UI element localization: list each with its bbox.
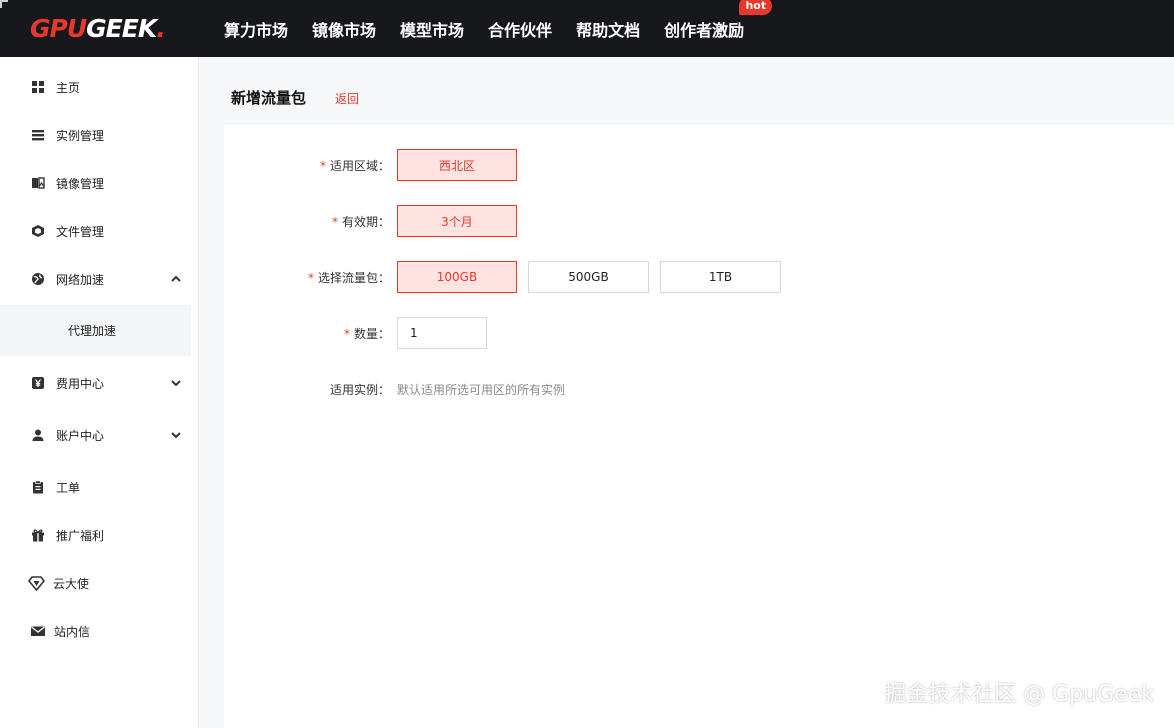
hot-badge: hot — [739, 0, 773, 15]
nav-help-docs[interactable]: 帮助文档 — [576, 17, 640, 41]
required-mark: * — [343, 327, 350, 341]
sidebar-item-label: 主页 — [56, 80, 81, 95]
sidebar-item-label: 账户中心 — [56, 428, 105, 443]
required-mark: * — [331, 215, 338, 229]
nav-creator-incentive[interactable]: 创作者激励 hot — [664, 0, 773, 41]
region-option-northwest[interactable]: 西北区 — [397, 149, 517, 181]
sidebar-item-label: 云大使 — [53, 576, 90, 591]
sidebar-item-label: 实例管理 — [56, 128, 105, 143]
yen-icon — [32, 377, 44, 389]
validity-option-3-months[interactable]: 3个月 — [397, 205, 517, 237]
globe-icon — [32, 273, 44, 285]
logo-dot: . — [156, 13, 165, 43]
nav-partners[interactable]: 合作伙伴 — [488, 17, 552, 41]
region-label-text: 适用区域： — [329, 159, 390, 173]
sidebar-item-label: 文件管理 — [56, 224, 105, 239]
sidebar-item-label: 推广福利 — [56, 528, 105, 543]
sidebar-subitem-label: 代理加速 — [68, 324, 117, 338]
sidebar-subitem-proxy-acceleration[interactable]: 代理加速 — [0, 305, 191, 356]
sidebar: 主页 实例管理 镜像管理 文件管理 网络加速 代理加速 费用中心 账户中心 工单… — [0, 57, 199, 728]
diamond-icon — [28, 576, 45, 591]
quantity-label-text: 数量： — [353, 327, 390, 341]
sidebar-item-instances[interactable]: 实例管理 — [0, 111, 199, 159]
quantity-label: * 数量： — [344, 325, 390, 342]
cube-icon — [32, 225, 44, 237]
back-link[interactable]: 返回 — [335, 90, 359, 107]
sidebar-item-label: 费用中心 — [56, 376, 105, 391]
sidebar-item-network-acceleration[interactable]: 网络加速 — [0, 255, 199, 303]
nav-image-market[interactable]: 镜像市场 — [312, 17, 376, 41]
package-label-text: 选择流量包： — [317, 271, 390, 285]
instances-hint: 默认适用所选可用区的所有实例 — [397, 383, 566, 397]
package-option-500gb[interactable]: 500GB — [528, 261, 649, 293]
nav-model-market[interactable]: 模型市场 — [400, 17, 464, 41]
sidebar-item-label: 网络加速 — [56, 272, 105, 287]
chevron-down-icon — [171, 432, 181, 439]
package-label: * 选择流量包： — [308, 269, 390, 286]
package-option-100gb[interactable]: 100GB — [397, 261, 517, 293]
sidebar-item-label: 工单 — [56, 480, 81, 495]
required-mark: * — [319, 159, 326, 173]
region-label: * 适用区域： — [320, 157, 390, 174]
validity-label-text: 有效期： — [341, 215, 390, 229]
sidebar-item-files[interactable]: 文件管理 — [0, 207, 199, 255]
sidebar-item-label: 镜像管理 — [56, 176, 105, 191]
required-mark: * — [307, 271, 314, 285]
list-icon — [32, 130, 44, 141]
quantity-input[interactable] — [397, 317, 487, 349]
sidebar-item-messages[interactable]: 站内信 — [0, 607, 199, 655]
sidebar-item-promotion[interactable]: 推广福利 — [0, 511, 199, 559]
top-navigation-bar: GPU GEEK. 算力市场 镜像市场 模型市场 合作伙伴 帮助文档 创作者激励 … — [0, 0, 1174, 57]
logo-geek-text: GEEK — [86, 13, 157, 43]
grid-icon — [32, 81, 44, 93]
chevron-down-icon — [171, 380, 181, 387]
gift-icon — [32, 529, 44, 542]
main-nav: 算力市场 镜像市场 模型市场 合作伙伴 帮助文档 创作者激励 hot — [224, 0, 773, 57]
clipboard-icon — [33, 480, 43, 494]
sidebar-item-billing[interactable]: 费用中心 — [0, 359, 199, 407]
page-title: 新增流量包 — [231, 89, 307, 107]
nav-creator-incentive-label: 创作者激励 — [664, 20, 745, 40]
window-corner-marker — [0, 0, 8, 8]
nav-compute-market[interactable]: 算力市场 — [224, 17, 288, 41]
user-icon — [32, 429, 44, 441]
validity-label: * 有效期： — [332, 213, 390, 230]
instances-label: 适用实例： — [329, 383, 390, 397]
package-option-1tb[interactable]: 1TB — [660, 261, 781, 293]
sidebar-item-home[interactable]: 主页 — [0, 63, 199, 111]
sidebar-item-label: 站内信 — [54, 624, 91, 639]
watermark: 掘金技术社区 @ GpuGeek — [884, 682, 1154, 707]
logo-gpu-text: GPU — [30, 13, 87, 43]
sidebar-item-images[interactable]: 镜像管理 — [0, 159, 199, 207]
mail-icon — [31, 626, 45, 636]
image-icon — [32, 177, 45, 189]
sidebar-item-account[interactable]: 账户中心 — [0, 411, 199, 459]
sidebar-item-tickets[interactable]: 工单 — [0, 463, 199, 511]
gpugeek-logo[interactable]: GPU GEEK. — [30, 12, 166, 44]
sidebar-item-cloud-ambassador[interactable]: 云大使 — [0, 559, 199, 607]
chevron-up-icon — [171, 275, 181, 282]
